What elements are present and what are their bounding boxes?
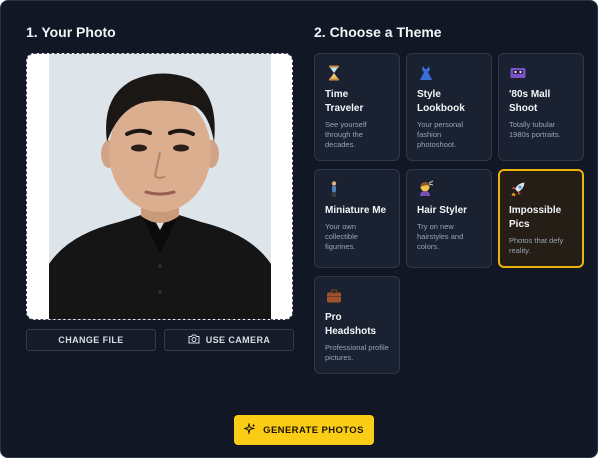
use-camera-button[interactable]: USE CAMERA xyxy=(164,329,294,351)
theme-card-description: Photos that defy reality. xyxy=(509,236,564,255)
theme-section-title: 2. Choose a Theme xyxy=(314,24,442,40)
uploaded-photo-frame[interactable] xyxy=(26,53,293,320)
dress-icon xyxy=(417,64,435,82)
theme-card-title: Hair Styler xyxy=(417,205,468,216)
theme-card-description: Professional profile pictures. xyxy=(325,343,389,362)
theme-card-description: See yourself through the decades. xyxy=(325,120,367,149)
sparkles-icon xyxy=(242,421,256,438)
theme-card-miniature-me[interactable]: Miniature Me Your own collectible figuri… xyxy=(314,169,400,268)
theme-card-title: Style Lookbook xyxy=(417,89,465,114)
theme-card-description: Try on new hairstyles and colors. xyxy=(417,222,464,251)
change-file-label: CHANGE FILE xyxy=(58,335,124,345)
theme-card-impossible-pics[interactable]: Impossible Pics Photos that defy reality… xyxy=(498,169,584,268)
theme-card-style-lookbook[interactable]: Style Lookbook Your personal fashion pho… xyxy=(406,53,492,161)
theme-card-description: Your own collectible figurines. xyxy=(325,222,358,251)
change-file-button[interactable]: CHANGE FILE xyxy=(26,329,156,351)
theme-card-title: Pro Headshots xyxy=(325,312,377,337)
theme-card-title: Miniature Me xyxy=(325,205,387,216)
haircut-icon xyxy=(417,180,435,198)
generate-photos-label: GENERATE PHOTOS xyxy=(263,424,364,436)
figurine-icon xyxy=(325,180,343,198)
theme-card-title: Impossible Pics xyxy=(509,205,562,230)
rocket-icon xyxy=(509,180,527,198)
theme-card-time-traveler[interactable]: Time Traveler See yourself through the d… xyxy=(314,53,400,161)
theme-card-pro-headshots[interactable]: Pro Headshots Professional profile pictu… xyxy=(314,276,400,374)
briefcase-icon xyxy=(325,287,343,305)
theme-card-title: Time Traveler xyxy=(325,89,364,114)
cassette-tape-icon xyxy=(509,64,527,82)
theme-card-80s-mall-shoot[interactable]: '80s Mall Shoot Totally tubular 1980s po… xyxy=(498,53,584,161)
theme-card-title: '80s Mall Shoot xyxy=(509,89,551,114)
theme-card-hair-styler[interactable]: Hair Styler Try on new hairstyles and co… xyxy=(406,169,492,268)
theme-card-description: Totally tubular 1980s portraits. xyxy=(509,120,561,139)
app-window: 1. Your Photo CHANGE FILE USE CAMERA 2. … xyxy=(0,0,598,458)
generate-photos-button[interactable]: GENERATE PHOTOS xyxy=(234,415,374,445)
hourglass-icon xyxy=(325,64,343,82)
uploaded-photo xyxy=(49,54,271,319)
photo-section-title: 1. Your Photo xyxy=(26,24,116,40)
use-camera-label: USE CAMERA xyxy=(205,335,271,345)
camera-icon xyxy=(188,334,200,346)
theme-card-description: Your personal fashion photoshoot. xyxy=(417,120,464,149)
